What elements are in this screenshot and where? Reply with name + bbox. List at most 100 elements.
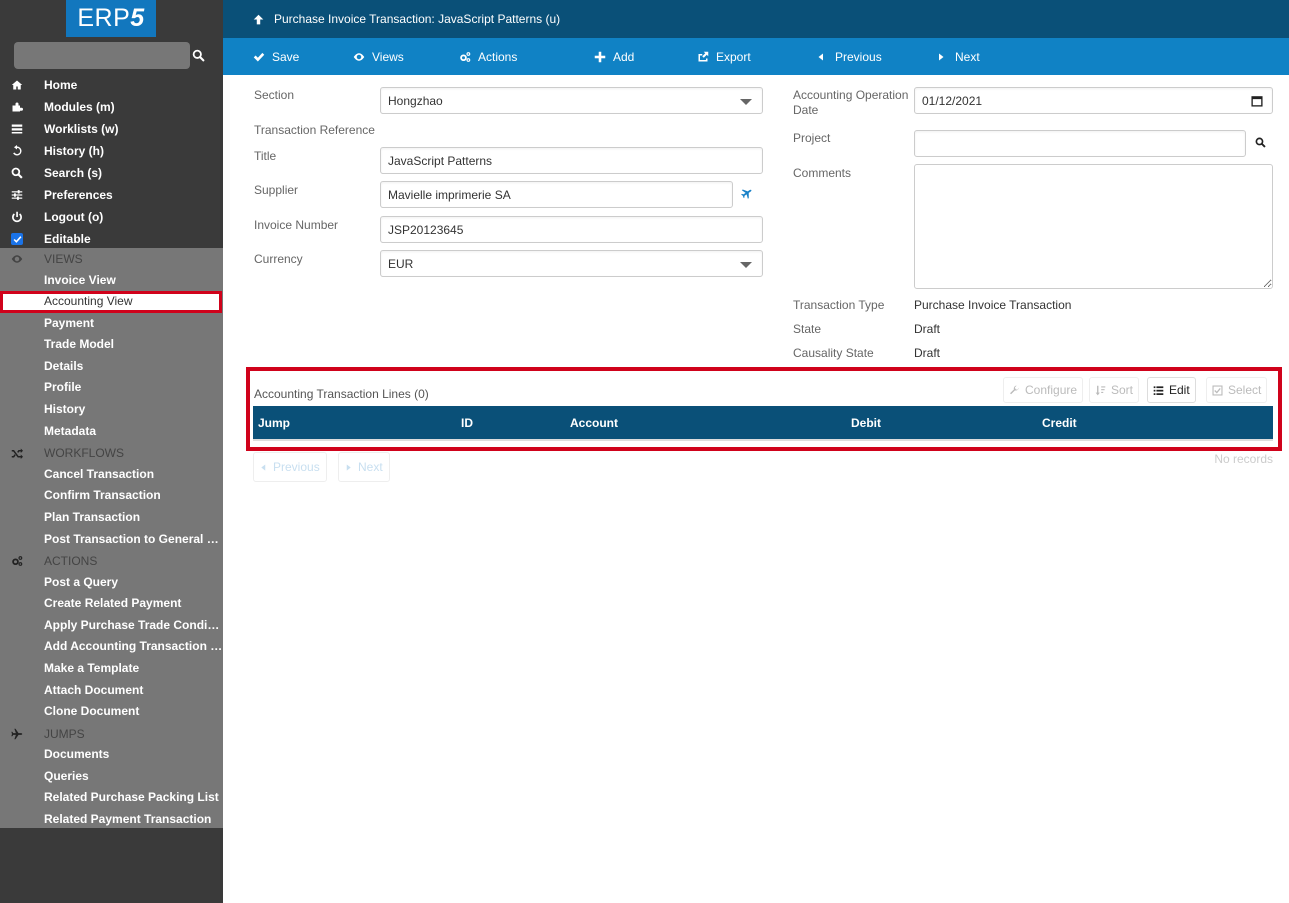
search-icon[interactable] <box>1255 137 1266 151</box>
sidebar-item-label: History (h) <box>44 144 104 158</box>
logo-digit: 5 <box>130 4 145 32</box>
sidebar-jump-item[interactable]: Related Purchase Packing List <box>0 787 223 809</box>
check-icon <box>253 52 265 61</box>
sidebar-jump-item[interactable]: Related Payment Transaction <box>0 809 223 831</box>
sidebar-item-editable[interactable]: Editable <box>0 228 223 250</box>
jumps-section-header: JUMPS <box>0 723 223 745</box>
add-button[interactable]: Add <box>594 38 634 75</box>
select-button[interactable]: Select <box>1206 377 1268 403</box>
sidebar-item-logout[interactable]: Logout (o) <box>0 206 223 228</box>
sidebar-action-item[interactable]: Apply Purchase Trade Conditi... <box>0 615 223 637</box>
supplier-input[interactable]: Mavielle imprimerie SA <box>380 181 733 208</box>
logo-text: ERP <box>77 4 131 32</box>
title-value: JavaScript Patterns <box>388 153 493 168</box>
calendar-icon[interactable] <box>1251 95 1263 110</box>
sidebar-view-history[interactable]: History <box>0 399 223 421</box>
plane-icon <box>0 728 44 740</box>
column-header-id[interactable]: ID <box>461 416 473 430</box>
section-header-label: VIEWS <box>44 251 83 266</box>
caret-right-icon <box>939 53 944 60</box>
sidebar-view-trade-model[interactable]: Trade Model <box>0 334 223 356</box>
sliders-icon <box>0 189 44 201</box>
sidebar-item-label: Home <box>44 78 78 92</box>
sidebar-workflow-item[interactable]: Plan Transaction <box>0 507 223 529</box>
section-select[interactable]: Hongzhao <box>380 87 763 114</box>
transaction-type-value: Purchase Invoice Transaction <box>914 298 1072 312</box>
section-label: Section <box>254 88 295 102</box>
sidebar-action-item[interactable]: Create Related Payment <box>0 593 223 615</box>
sidebar-item-modules[interactable]: Modules (m) <box>0 96 223 118</box>
column-header-account[interactable]: Account <box>570 416 618 430</box>
sidebar-action-item[interactable]: Make a Template <box>0 658 223 680</box>
actions-section-header: ACTIONS <box>0 550 223 572</box>
plane-icon[interactable] <box>741 187 753 202</box>
sidebar-action-item[interactable]: Clone Document <box>0 701 223 723</box>
actions-button[interactable]: Actions <box>459 38 517 75</box>
arrow-up-icon[interactable] <box>253 14 264 25</box>
caret-right-icon <box>346 463 351 471</box>
previous-button[interactable]: Previous <box>817 38 882 75</box>
label-line: Date <box>793 103 819 117</box>
workflows-section-header: WORKFLOWS <box>0 442 223 464</box>
sidebar-action-item[interactable]: Attach Document <box>0 680 223 702</box>
listbox-header-underline <box>253 439 1273 441</box>
project-input[interactable] <box>914 130 1246 157</box>
cogs-icon <box>460 51 471 62</box>
sidebar-view-details[interactable]: Details <box>0 356 223 378</box>
chevron-down-icon <box>740 262 752 268</box>
column-header-credit[interactable]: Credit <box>1042 416 1077 430</box>
sidebar-item-search[interactable]: Search (s) <box>0 162 223 184</box>
caret-left-icon <box>818 53 823 60</box>
accounting-operation-date-input[interactable]: 01/12/2021 <box>914 87 1273 114</box>
sort-button[interactable]: Sort <box>1089 377 1140 403</box>
sidebar-view-accounting-view[interactable]: Accounting View <box>0 291 222 313</box>
sidebar-workflow-item[interactable]: Confirm Transaction <box>0 485 223 507</box>
checkbox-checked-icon[interactable] <box>11 233 23 245</box>
invoice-number-input[interactable]: JSP20123645 <box>380 216 763 243</box>
next-button[interactable]: Next <box>937 38 980 75</box>
list-next-button[interactable]: Next <box>338 452 390 482</box>
sidebar-view-metadata[interactable]: Metadata <box>0 421 223 443</box>
causality-state-value: Draft <box>914 346 941 360</box>
currency-select[interactable]: EUR <box>380 250 763 277</box>
views-section-header: VIEWS <box>0 248 223 270</box>
sidebar: ERP5 Home Modules (m) Worklists (w) Hist… <box>0 0 223 903</box>
edit-button[interactable]: Edit <box>1147 377 1196 403</box>
label-line: Accounting Operation <box>793 88 909 102</box>
sidebar-jump-item[interactable]: Documents <box>0 744 223 766</box>
sidebar-item-worklists[interactable]: Worklists (w) <box>0 118 223 140</box>
configure-button[interactable]: Configure <box>1003 377 1084 403</box>
history-icon <box>0 145 44 157</box>
save-button[interactable]: Save <box>253 38 299 75</box>
check-square-icon <box>1212 384 1223 396</box>
sidebar-view-profile[interactable]: Profile <box>0 377 223 399</box>
invoice-number-label: Invoice Number <box>254 218 339 232</box>
search-icon[interactable] <box>192 46 212 66</box>
title-input[interactable]: JavaScript Patterns <box>380 147 763 174</box>
sidebar-jump-item[interactable]: Queries <box>0 766 223 788</box>
sidebar-search-input[interactable] <box>14 42 190 69</box>
no-records-status: No records <box>1214 452 1273 466</box>
sidebar-action-item[interactable]: Post a Query <box>0 572 223 594</box>
sidebar-item-history[interactable]: History (h) <box>0 140 223 162</box>
sidebar-item-home[interactable]: Home <box>0 74 223 96</box>
export-button[interactable]: Export <box>697 38 751 75</box>
sidebar-workflow-item[interactable]: Cancel Transaction <box>0 464 223 486</box>
column-header-jump[interactable]: Jump <box>258 416 290 430</box>
wrench-icon <box>1010 385 1019 394</box>
erp5-logo[interactable]: ERP5 <box>66 0 156 37</box>
sidebar-view-payment[interactable]: Payment <box>0 313 223 335</box>
sidebar-action-item[interactable]: Add Accounting Transaction L... <box>0 636 223 658</box>
views-button[interactable]: Views <box>353 38 404 75</box>
sidebar-item-preferences[interactable]: Preferences <box>0 184 223 206</box>
list-previous-button[interactable]: Previous <box>253 452 327 482</box>
sidebar-view-invoice-view[interactable]: Invoice View <box>0 270 223 292</box>
listbox-header-row: Jump ID Account Debit Credit <box>253 406 1273 439</box>
page-title: Purchase Invoice Transaction: JavaScript… <box>274 12 561 26</box>
comments-textarea[interactable] <box>914 164 1273 289</box>
checkbox-wrapper <box>0 233 44 245</box>
caret-left-icon <box>261 463 266 471</box>
column-header-debit[interactable]: Debit <box>851 416 881 430</box>
list-next-label: Next <box>358 460 383 474</box>
sidebar-workflow-item[interactable]: Post Transaction to General L... <box>0 529 223 551</box>
